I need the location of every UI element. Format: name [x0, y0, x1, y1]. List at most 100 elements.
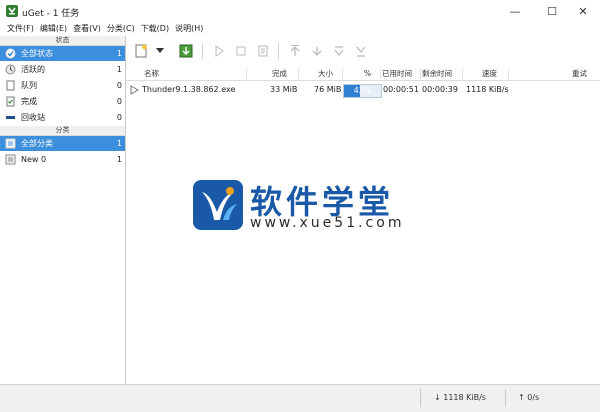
column-divider	[508, 69, 509, 79]
progress-bar: 43%	[343, 84, 382, 98]
sidebar-item-new-0[interactable]: New 0 1	[0, 152, 125, 167]
column-header-complete[interactable]: 完成	[272, 68, 287, 80]
properties-icon	[258, 45, 268, 57]
status-separator	[420, 389, 421, 407]
sidebar-item-count: 0	[116, 97, 122, 106]
sidebar-item-label: 全部状态	[21, 49, 53, 58]
new-download-button[interactable]	[132, 42, 150, 60]
new-file-icon	[135, 44, 147, 58]
pause-button[interactable]	[232, 42, 250, 60]
complete-size: 33 MiB	[270, 85, 298, 94]
total-size: 76 MiB	[314, 85, 342, 94]
sidebar-item-all-status[interactable]: 全部状态 1	[0, 46, 125, 61]
sidebar-item-label: 回收站	[21, 113, 45, 122]
pause-icon	[236, 46, 246, 56]
properties-button[interactable]	[254, 42, 272, 60]
new-dropdown-button[interactable]	[154, 42, 166, 60]
sidebar-item-label: 全部分类	[21, 139, 53, 148]
maximize-icon: ☐	[547, 4, 557, 18]
sidebar-item-finished[interactable]: 完成 0	[0, 94, 125, 109]
toolbar	[126, 40, 600, 64]
move-top-button[interactable]	[286, 42, 304, 60]
minimize-button[interactable]: —	[498, 0, 532, 22]
sidebar-item-count: 0	[116, 81, 122, 90]
sidebar-item-count: 1	[116, 49, 122, 58]
sidebar-item-label: 活跃的	[21, 65, 45, 74]
arrow-up-icon	[312, 47, 322, 56]
start-button[interactable]	[210, 42, 228, 60]
menu-category[interactable]: 分类(C)	[104, 22, 138, 36]
sidebar-item-count: 1	[116, 139, 122, 148]
chevron-down-icon	[156, 48, 164, 53]
menu-file[interactable]: 文件(F)	[4, 22, 37, 36]
file-name: Thunder9.1.38.862.exe	[142, 85, 236, 94]
app-icon	[6, 5, 18, 17]
sidebar-item-label: New 0	[21, 155, 47, 164]
toolbar-separator	[278, 43, 279, 59]
remaining-time: 00:00:39	[422, 85, 458, 94]
column-header-percent[interactable]: %	[364, 68, 371, 80]
download-list-body	[126, 98, 600, 384]
column-divider	[246, 69, 247, 79]
close-icon: ✕	[578, 4, 588, 18]
status-upload-speed: ↑ 0/s	[518, 393, 540, 402]
minimize-icon: —	[509, 4, 521, 18]
column-header-elapsed[interactable]: 已用时间	[382, 68, 412, 80]
move-down-button[interactable]	[330, 42, 348, 60]
column-divider	[298, 69, 299, 79]
toolbar-separator	[202, 43, 203, 59]
column-header-speed[interactable]: 速度	[482, 68, 497, 80]
column-header-remaining[interactable]: 剩余时间	[422, 68, 452, 80]
category-icon	[4, 154, 16, 165]
download-list-header: 名称 完成 大小 % 已用时间 剩余时间 速度 重试	[126, 68, 600, 81]
watermark-logo-icon	[193, 180, 243, 230]
status-separator	[505, 389, 506, 407]
table-row[interactable]: Thunder9.1.38.862.exe 33 MiB 76 MiB 43% …	[126, 82, 600, 98]
sidebar-item-all-categories[interactable]: 全部分类 1	[0, 136, 125, 151]
menu-bar: 文件(F) 编辑(E) 查看(V) 分类(C) 下载(D) 说明(H)	[0, 22, 600, 36]
sidebar-item-queue[interactable]: 队列 0	[0, 78, 125, 93]
watermark-url: www.xue51.com	[250, 215, 405, 231]
sidebar-item-active[interactable]: 活跃的 1	[0, 62, 125, 77]
move-up-button[interactable]	[308, 42, 326, 60]
queue-icon	[4, 80, 16, 91]
maximize-button[interactable]: ☐	[535, 0, 569, 22]
window-title: uGet - 1 任务	[22, 9, 80, 19]
menu-view[interactable]: 查看(V)	[70, 22, 104, 36]
column-header-name[interactable]: 名称	[144, 68, 159, 80]
column-divider	[462, 69, 463, 79]
sidebar-item-label: 完成	[21, 97, 37, 106]
close-button[interactable]: ✕	[566, 0, 600, 22]
elapsed-time: 00:00:51	[383, 85, 419, 94]
column-divider	[342, 69, 343, 79]
all-status-icon	[4, 48, 16, 59]
move-bottom-button[interactable]	[352, 42, 370, 60]
play-state-icon	[130, 82, 140, 98]
progress-text: 43%	[353, 86, 372, 95]
sidebar-item-label: 队列	[21, 81, 37, 90]
menu-help[interactable]: 说明(H)	[172, 22, 206, 36]
sidebar-item-recycle[interactable]: 回收站 0	[0, 110, 125, 125]
active-icon	[4, 64, 16, 75]
status-section-header: 状态	[0, 36, 125, 46]
menu-download[interactable]: 下载(D)	[138, 22, 172, 36]
play-icon	[215, 45, 224, 57]
menu-edit[interactable]: 编辑(E)	[37, 22, 70, 36]
all-category-icon	[4, 138, 16, 149]
sidebar: 状态 全部状态 1 活跃的 1 队列 0 完成 0 回收站 0 分类 全部分类 …	[0, 36, 126, 384]
status-bar: ↓ 1118 KiB/s ↑ 0/s	[0, 384, 600, 412]
download-speed: 1118 KiB/s	[466, 85, 509, 94]
finished-icon	[4, 96, 16, 107]
category-section-header: 分类	[0, 126, 125, 136]
arrow-top-icon	[290, 45, 300, 56]
add-batch-button[interactable]	[177, 42, 195, 60]
sidebar-item-count: 1	[116, 65, 122, 74]
title-bar: uGet - 1 任务 — ☐ ✕	[0, 0, 600, 22]
recycle-icon	[4, 112, 16, 123]
column-header-retry[interactable]: 重试	[572, 68, 587, 80]
status-download-speed: ↓ 1118 KiB/s	[434, 393, 486, 402]
column-header-size[interactable]: 大小	[318, 68, 333, 80]
arrow-down-icon	[334, 46, 344, 57]
arrow-bottom-icon	[356, 46, 366, 57]
column-divider	[380, 69, 381, 79]
